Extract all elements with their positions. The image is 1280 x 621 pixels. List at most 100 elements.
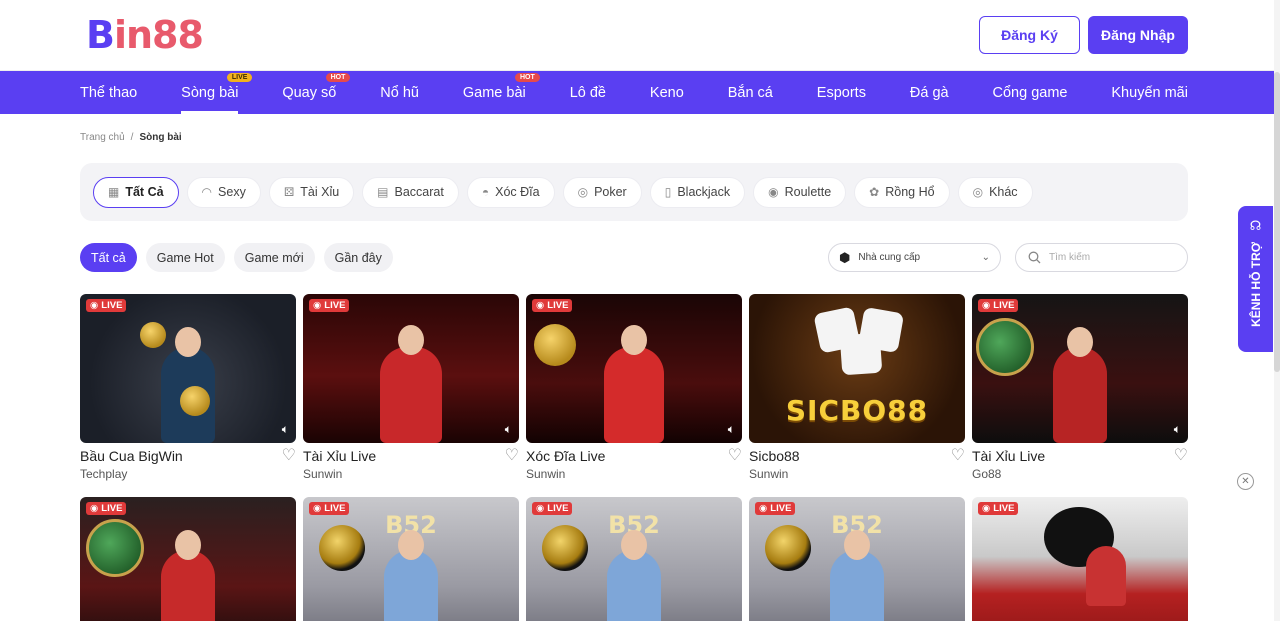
game-card[interactable]: B52 ◉ LIVE <box>526 497 742 621</box>
game-card[interactable]: ◉ LIVE <box>80 497 296 621</box>
close-icon[interactable]: ✕ <box>1237 473 1254 490</box>
filter-gan-day[interactable]: Gần đây <box>323 243 393 272</box>
nav-item-esports[interactable]: Esports <box>817 71 866 114</box>
grid-icon: ▦ <box>108 185 120 199</box>
game-card[interactable]: ◉ LIVE 🔈︎ Tài Xỉu Live Sunwin ♡ <box>303 294 519 481</box>
live-badge: ◉ LIVE <box>978 502 1019 515</box>
heart-icon[interactable]: ♡ <box>505 448 519 464</box>
nav-item-da-ga[interactable]: Đá gà <box>910 71 949 114</box>
game-thumbnail[interactable]: B52 ◉ LIVE <box>749 497 965 621</box>
filter-game-moi[interactable]: Game mới <box>233 243 315 272</box>
game-thumbnail[interactable]: B52 ◉ LIVE <box>526 497 742 621</box>
table-art <box>976 318 1034 376</box>
game-art: B52 <box>749 497 965 621</box>
category-baccarat[interactable]: ▤ Baccarat <box>362 176 459 208</box>
live-label: LIVE <box>993 503 1015 514</box>
speaker-icon[interactable]: 🔈︎ <box>1174 422 1181 437</box>
tiger-icon: ✿ <box>869 185 880 199</box>
heart-icon[interactable]: ♡ <box>1174 448 1188 464</box>
nav-label: Quay số <box>282 84 337 101</box>
game-card[interactable]: B52 ◉ LIVE <box>749 497 965 621</box>
speaker-icon[interactable]: 🔈︎ <box>728 422 735 437</box>
game-card[interactable]: ◉ LIVE 🔈︎ Xóc Đĩa Live Sunwin ♡ <box>526 294 742 481</box>
game-thumbnail[interactable]: ◉ LIVE <box>972 497 1188 621</box>
cube-icon: ⬢ <box>839 249 851 265</box>
category-roulette[interactable]: ◉ Roulette <box>753 176 847 208</box>
dealer-head <box>175 327 201 357</box>
heart-icon[interactable]: ♡ <box>951 448 965 464</box>
live-badge: LIVE <box>226 73 253 82</box>
category-khac[interactable]: ◎ Khác <box>957 176 1033 208</box>
headset-icon: ☊ <box>1249 218 1262 233</box>
category-label: Baccarat <box>394 185 444 199</box>
game-card[interactable]: B52 ◉ LIVE <box>303 497 519 621</box>
nav-label: Thể thao <box>80 84 138 101</box>
bowl-art <box>319 525 365 571</box>
category-rong-ho[interactable]: ✿ Rồng Hổ <box>854 176 950 208</box>
game-thumbnail[interactable]: B52 ◉ LIVE <box>303 497 519 621</box>
nav-label: Esports <box>816 84 866 101</box>
filter-game-hot[interactable]: Game Hot <box>145 243 225 272</box>
auth-buttons: Đăng Ký Đăng Nhập <box>979 16 1188 54</box>
filter-tat-ca[interactable]: Tất cả <box>80 243 137 272</box>
category-sexy[interactable]: ◠ Sexy <box>186 176 261 208</box>
category-poker[interactable]: ◎ Poker <box>562 176 642 208</box>
game-card[interactable]: ◉ LIVE 🔈︎ Bầu Cua BigWin Techplay ♡ <box>80 294 296 481</box>
speaker-icon[interactable]: 🔈︎ <box>282 422 289 437</box>
game-thumbnail[interactable]: ◉ LIVE 🔈︎ <box>972 294 1188 443</box>
bowl-icon: ◓ <box>481 185 490 199</box>
game-thumbnail[interactable]: SICBO88 <box>749 294 965 443</box>
game-art <box>80 497 296 621</box>
game-meta: Tài Xỉu Live Sunwin ♡ <box>303 448 519 482</box>
category-label: Blackjack <box>677 185 731 199</box>
breadcrumb-home[interactable]: Trang chủ <box>80 132 125 143</box>
speaker-icon[interactable]: 🔈︎ <box>505 422 512 437</box>
game-provider: Techplay <box>80 467 128 481</box>
dealer-head <box>398 530 424 560</box>
nav-item-game-bai[interactable]: Game bài HOT <box>463 71 540 114</box>
live-label: LIVE <box>324 300 346 311</box>
brand-logo[interactable]: Bin88 <box>86 13 204 57</box>
broadcast-icon: ◉ <box>759 503 768 514</box>
live-label: LIVE <box>993 300 1015 311</box>
heart-icon[interactable]: ♡ <box>728 448 742 464</box>
game-name: Xóc Đĩa Live <box>526 448 606 464</box>
heart-icon[interactable]: ♡ <box>282 448 296 464</box>
game-thumbnail[interactable]: ◉ LIVE <box>80 497 296 621</box>
provider-select[interactable]: ⬢ Nhà cung cấp ⌄ <box>828 243 1001 272</box>
roulette-icon: ◉ <box>768 185 779 199</box>
nav-item-the-thao[interactable]: Thể thao <box>80 71 137 114</box>
nav-item-ban-ca[interactable]: Bắn cá <box>728 71 773 114</box>
game-thumbnail[interactable]: ◉ LIVE 🔈︎ <box>303 294 519 443</box>
register-button[interactable]: Đăng Ký <box>979 16 1080 54</box>
nav-item-cong-game[interactable]: Cổng game <box>993 71 1068 114</box>
nav-item-khuyen-mai[interactable]: Khuyến mãi <box>1111 71 1188 114</box>
game-provider: Go88 <box>972 467 1002 481</box>
nav-item-quay-so[interactable]: Quay số HOT <box>282 71 351 114</box>
game-art <box>526 294 742 443</box>
game-thumbnail[interactable]: ◉ LIVE 🔈︎ <box>80 294 296 443</box>
scrollbar-thumb[interactable] <box>1274 72 1280 372</box>
nav-item-lo-de[interactable]: Lô đề <box>570 71 606 114</box>
dealer-figure <box>1053 347 1107 443</box>
category-label: Rồng Hổ <box>885 185 935 199</box>
breadcrumb: Trang chủ / Sòng bài <box>80 132 182 143</box>
login-button[interactable]: Đăng Nhập <box>1088 16 1188 54</box>
nav-label: Keno <box>649 84 684 101</box>
search-input[interactable] <box>1049 252 1169 263</box>
game-art <box>80 294 296 443</box>
game-thumbnail[interactable]: ◉ LIVE 🔈︎ <box>526 294 742 443</box>
nav-item-no-hu[interactable]: Nổ hũ <box>380 71 419 114</box>
support-label: KÊNH HỖ TRỢ <box>1248 242 1263 327</box>
category-blackjack[interactable]: ▯ Blackjack <box>649 176 746 208</box>
category-xoc-dia[interactable]: ◓ Xóc Đĩa <box>466 176 555 208</box>
game-card[interactable]: ◉ LIVE 🔈︎ Tài Xỉu Live Go88 ♡ <box>972 294 1188 481</box>
game-card[interactable]: SICBO88 Sicbo88 Sunwin ♡ <box>749 294 965 481</box>
game-card[interactable]: ◉ LIVE <box>972 497 1188 621</box>
dealer-head <box>621 325 647 355</box>
nav-item-song-bai[interactable]: Sòng bài LIVE <box>181 71 253 114</box>
support-channel-tab[interactable]: ☊ KÊNH HỖ TRỢ <box>1238 206 1273 352</box>
nav-item-keno[interactable]: Keno <box>650 71 684 114</box>
category-tat-ca[interactable]: ▦ Tất Cả <box>93 176 179 208</box>
category-tai-xiu[interactable]: ⚄ Tài Xỉu <box>268 176 355 208</box>
